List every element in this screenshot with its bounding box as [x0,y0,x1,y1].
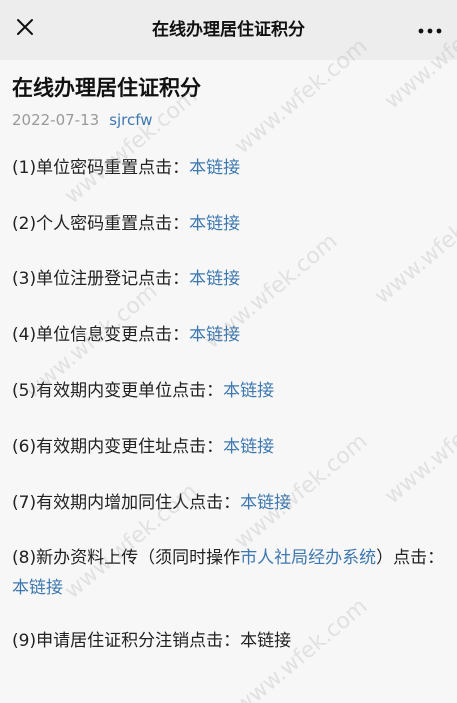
item-text: (1)单位密码重置点击： [12,158,190,178]
list-item: (2)个人密码重置点击：本链接 [12,209,445,239]
item-text: (8)新办资料上传（须同时操作 [12,548,241,568]
app-screen: 在线办理居住证积分 在线办理居住证积分 2022-07-13 sjrcfw (1)… [0,0,457,703]
item-link[interactable]: 本链接 [240,493,291,513]
nav-title: 在线办理居住证积分 [152,20,305,40]
item-link[interactable]: 本链接 [189,325,240,345]
list-item: (8)新办资料上传（须同时操作市人社局经办系统）点击： 本链接 [12,543,445,603]
item-text: (5)有效期内变更单位点击： [12,381,224,401]
list-item: (7)有效期内增加同住人点击：本链接 [12,488,445,518]
item-text: (2)个人密码重置点击： [12,214,190,234]
more-button[interactable] [413,12,447,46]
item-text: (9)申请居住证积分注销点击：本链接 [12,631,292,651]
article-meta: 2022-07-13 sjrcfw [12,111,153,129]
item-link[interactable]: 本链接 [189,214,240,234]
article-content: 在线办理居住证积分 2022-07-13 sjrcfw (1)单位密码重置点击：本… [0,60,457,703]
publish-date: 2022-07-13 [12,111,100,129]
author-link[interactable]: sjrcfw [109,111,152,129]
list-item: (1)单位密码重置点击：本链接 [12,153,445,183]
item-link[interactable]: 本链接 [189,158,240,178]
article-title: 在线办理居住证积分 [12,76,201,100]
close-button[interactable] [8,12,42,46]
item-text: (3)单位注册登记点击： [12,269,190,289]
list-item: (6)有效期内变更住址点击：本链接 [12,432,445,462]
list-item: (5)有效期内变更单位点击：本链接 [12,376,445,406]
item-link[interactable]: 本链接 [223,381,274,401]
item-link[interactable]: 本链接 [223,437,274,457]
item-text: (7)有效期内增加同住人点击： [12,493,241,513]
item-text: (4)单位信息变更点击： [12,325,190,345]
item-link[interactable]: 本链接 [189,269,240,289]
item-text-suffix: ）点击： [376,548,445,568]
item-text: (6)有效期内变更住址点击： [12,437,224,457]
more-dots-icon [418,20,442,39]
list-item: (3)单位注册登记点击：本链接 [12,264,445,294]
list-item: (4)单位信息变更点击：本链接 [12,320,445,350]
nav-bar: 在线办理居住证积分 [0,0,457,60]
item-link[interactable]: 本链接 [12,578,63,598]
close-icon [15,17,35,41]
item-system-link[interactable]: 市人社局经办系统 [240,548,376,568]
list-item: (9)申请居住证积分注销点击：本链接 [12,626,445,656]
